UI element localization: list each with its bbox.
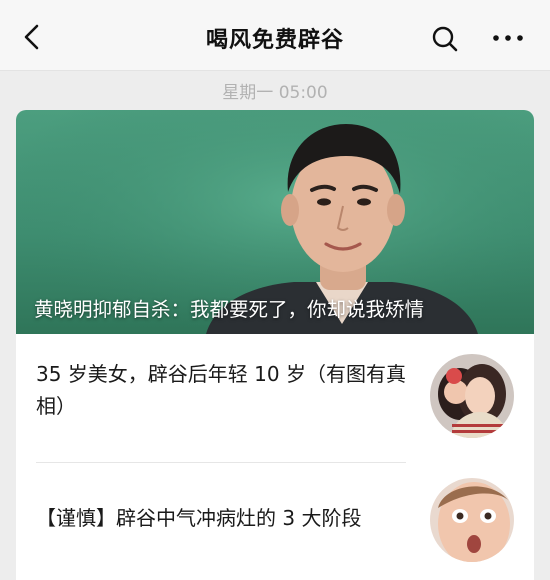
more-dots-icon <box>493 35 523 41</box>
article-thumbnail-image <box>430 354 514 438</box>
more-button[interactable] <box>490 26 526 50</box>
cover-article-title: 黄晓明抑郁自杀：我都要死了，你却说我矫情 <box>34 298 425 321</box>
message-timestamp: 星期一 05:00 <box>222 83 328 103</box>
list-divider <box>36 462 406 463</box>
article-thumbnail-image <box>430 478 514 562</box>
search-icon <box>432 26 458 52</box>
list-item[interactable]: 【谨慎】辟谷中气冲病灶的 3 大阶段 <box>16 464 534 580</box>
navigation-bar: 喝风免费辟谷 <box>0 0 550 71</box>
list-item[interactable]: 35 岁美女，辟谷后年轻 10 岁（有图有真相） <box>16 334 534 464</box>
search-button[interactable] <box>430 24 460 54</box>
page-title: 喝风免费辟谷 <box>205 28 344 53</box>
article-card: 黄晓明抑郁自杀：我都要死了，你却说我矫情 35 岁美女，辟谷后年轻 10 岁（有… <box>16 110 534 580</box>
list-item-title: 35 岁美女，辟谷后年轻 10 岁（有图有真相） <box>36 362 406 418</box>
cover-article[interactable]: 黄晓明抑郁自杀：我都要死了，你却说我矫情 <box>16 110 534 334</box>
list-item-title: 【谨慎】辟谷中气冲病灶的 3 大阶段 <box>36 506 362 530</box>
